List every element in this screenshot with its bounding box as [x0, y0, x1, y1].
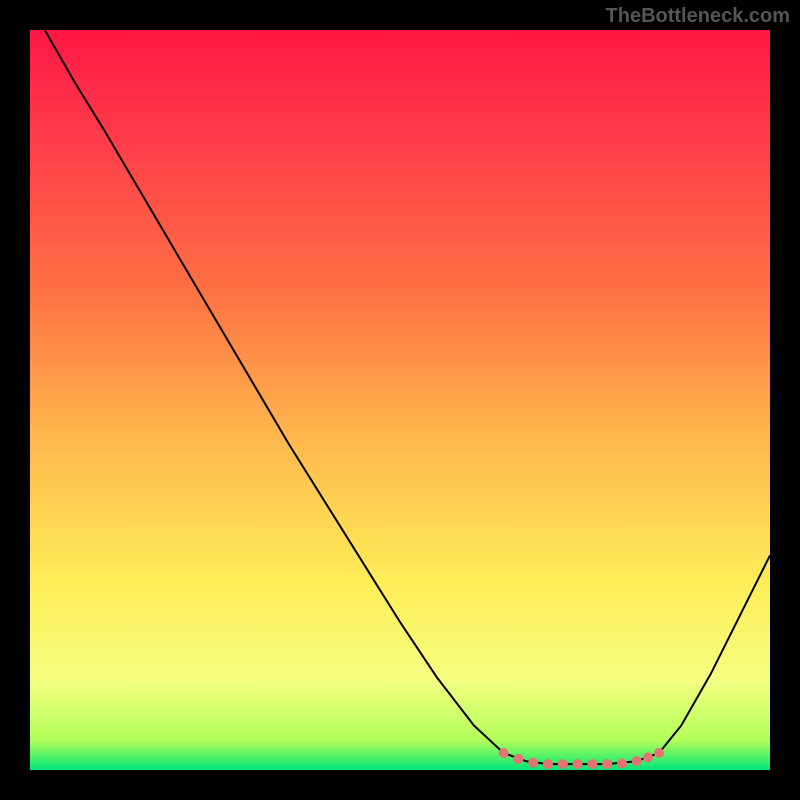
watermark-text: TheBottleneck.com	[606, 5, 790, 28]
marker-dot	[513, 754, 523, 764]
plot-area	[30, 30, 770, 770]
chart-svg	[30, 30, 770, 770]
chart-container: TheBottleneck.com	[0, 0, 800, 800]
marker-dot	[499, 748, 509, 758]
marker-dot	[587, 759, 597, 769]
marker-dot	[528, 758, 538, 768]
marker-dot	[617, 758, 627, 768]
marker-dot	[543, 759, 553, 769]
marker-dot	[643, 752, 653, 762]
marker-dot	[602, 759, 612, 769]
gradient-background	[30, 30, 770, 770]
marker-dot	[573, 759, 583, 769]
marker-dot	[558, 759, 568, 769]
marker-dot	[632, 756, 642, 766]
marker-dot	[654, 748, 664, 758]
